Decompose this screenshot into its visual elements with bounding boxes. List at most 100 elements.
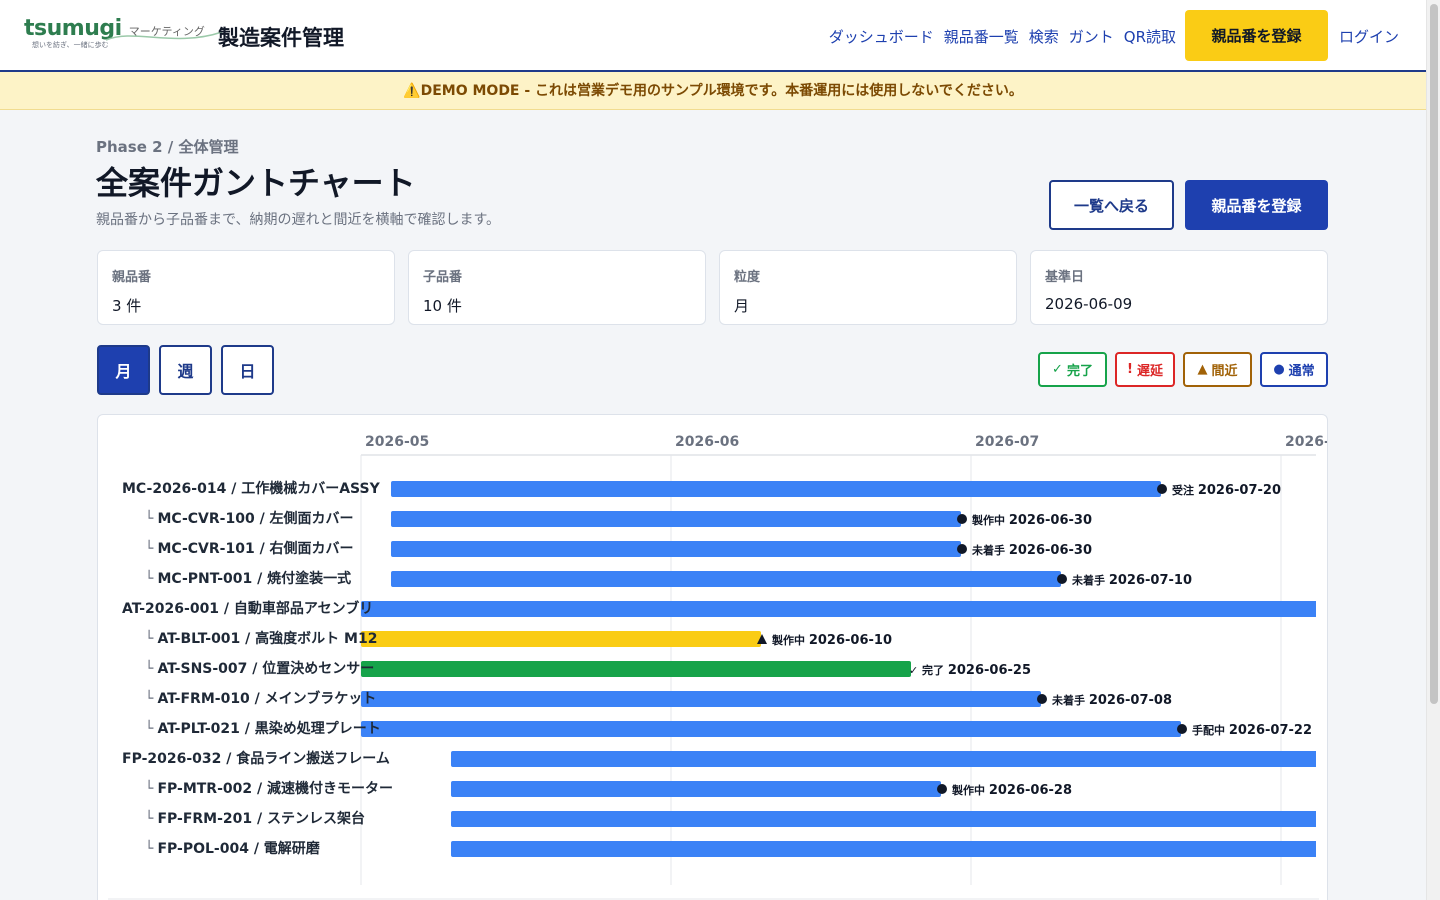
tree-branch-icon: └ xyxy=(145,541,154,557)
row-label-text: MC-CVR-101 / 右側面カバー xyxy=(157,541,354,557)
due-dot-icon xyxy=(957,514,967,524)
bar-status-label: 受注 2026-07-20 xyxy=(1172,483,1281,498)
demo-banner: ⚠️DEMO MODE - これは営業デモ用のサンプル環境です。本番運用には使用… xyxy=(0,72,1426,110)
card-granularity: 粒度 月 xyxy=(719,250,1017,325)
gantt-bar xyxy=(361,721,1181,737)
parent-row-label[interactable]: FP-2026-032 / 食品ライン搬送フレーム xyxy=(122,748,390,768)
parent-row-label[interactable]: MC-2026-014 / 工作機械カバーASSY xyxy=(122,478,380,498)
dot-icon: ● xyxy=(1273,362,1285,377)
gantt-bar xyxy=(451,781,941,797)
logo-swoosh-icon xyxy=(105,31,223,41)
card-label: 基準日 xyxy=(1045,270,1085,285)
row-label-text: MC-CVR-100 / 左側面カバー xyxy=(157,511,354,527)
legend-label: 完了 xyxy=(1066,364,1093,379)
main-nav: ダッシュボード 親品番一覧 検索 ガント QR読取 xyxy=(829,26,1176,47)
child-row-label[interactable]: └ MC-CVR-100 / 左側面カバー xyxy=(145,508,354,528)
gantt-bar xyxy=(451,751,1316,767)
gantt-month-label: 2026-05 xyxy=(365,434,429,450)
page-subtitle: 親品番から子品番まで、納期の遅れと間近を横軸で確認します。 xyxy=(96,212,501,228)
tree-branch-icon: └ xyxy=(145,661,154,677)
gantt-bar xyxy=(391,511,961,527)
card-value: 3 件 xyxy=(112,297,142,315)
card-base-date: 基準日 2026-06-09 xyxy=(1030,250,1328,325)
gantt-bar xyxy=(361,661,911,677)
gantt-bar xyxy=(451,811,1316,827)
legend-delayed: ! 遅延 xyxy=(1115,352,1175,387)
row-label-text: FP-MTR-002 / 減速機付きモーター xyxy=(157,781,393,797)
tree-branch-icon: └ xyxy=(145,721,154,737)
tree-branch-icon: └ xyxy=(145,691,154,707)
row-label-text: AT-SNS-007 / 位置決めセンサー xyxy=(157,661,375,677)
brand-logo[interactable]: tsumugi マーケティング 想いを紡ぎ、一緒に歩む xyxy=(24,16,223,49)
card-child-count: 子品番 10 件 xyxy=(408,250,706,325)
granularity-day-button[interactable]: 日 xyxy=(221,345,274,395)
card-parent-count: 親品番 3 件 xyxy=(97,250,395,325)
legend-normal: ● 通常 xyxy=(1260,352,1328,387)
tree-branch-icon: └ xyxy=(145,631,154,647)
logo-tagline: 想いを紡ぎ、一緒に歩む xyxy=(32,41,109,49)
nav-qr[interactable]: QR読取 xyxy=(1124,26,1176,47)
gantt-month-label: 2026-07 xyxy=(975,434,1039,450)
card-value: 10 件 xyxy=(423,297,462,315)
bar-status-label: 製作中 2026-06-28 xyxy=(951,783,1072,798)
nav-parent-list[interactable]: 親品番一覧 xyxy=(944,26,1019,47)
child-row-label[interactable]: └ AT-PLT-021 / 黒染め処理プレート xyxy=(145,718,381,738)
tree-branch-icon: └ xyxy=(145,841,154,857)
child-row-label[interactable]: └ AT-FRM-010 / メインブラケット xyxy=(145,688,376,708)
gantt-bar xyxy=(361,601,1316,617)
header-register-button[interactable]: 親品番を登録 xyxy=(1185,10,1328,61)
child-row-label[interactable]: └ AT-BLT-001 / 高強度ボルト M12 xyxy=(145,628,377,648)
gantt-month-label: 2026-06 xyxy=(675,434,739,450)
row-label-text: AT-BLT-001 / 高強度ボルト M12 xyxy=(157,631,378,647)
due-dot-icon xyxy=(1157,484,1167,494)
child-row-label[interactable]: └ AT-SNS-007 / 位置決めセンサー xyxy=(145,658,374,678)
child-row-label[interactable]: └ FP-MTR-002 / 減速機付きモーター xyxy=(145,778,393,798)
tree-branch-icon: └ xyxy=(145,781,154,797)
granularity-month-button[interactable]: 月 xyxy=(97,345,150,395)
nav-dashboard[interactable]: ダッシュボード xyxy=(829,26,934,47)
due-dot-icon xyxy=(937,784,947,794)
child-row-label[interactable]: └ FP-POL-004 / 電解研磨 xyxy=(145,838,320,858)
triangle-icon: ▲ xyxy=(1197,362,1208,377)
login-link[interactable]: ログイン xyxy=(1339,26,1399,47)
bar-status-label: 未着手 2026-07-08 xyxy=(1051,693,1172,708)
gantt-bar xyxy=(391,571,1061,587)
nav-search[interactable]: 検索 xyxy=(1029,26,1059,47)
due-dot-icon xyxy=(957,544,967,554)
due-dot-icon xyxy=(1177,724,1187,734)
back-to-list-button[interactable]: 一覧へ戻る xyxy=(1049,180,1174,230)
register-parent-button[interactable]: 親品番を登録 xyxy=(1185,180,1328,230)
child-row-label[interactable]: └ MC-CVR-101 / 右側面カバー xyxy=(145,538,354,558)
child-row-label[interactable]: └ MC-PNT-001 / 焼付塗装一式 xyxy=(145,568,351,588)
gantt-bar xyxy=(451,841,1316,857)
parent-row-label[interactable]: AT-2026-001 / 自動車部品アセンブリ xyxy=(122,598,373,618)
gantt-chart: 2026-05 2026-06 2026-07 2026-08 受注 2026-07-2… xyxy=(97,414,1328,900)
gantt-month-label: 2026-08 xyxy=(1285,434,1328,450)
granularity-week-button[interactable]: 週 xyxy=(159,345,212,395)
card-label: 粒度 xyxy=(734,270,761,285)
due-done-icon: ✓ xyxy=(909,664,918,677)
bar-status-label: 未着手 2026-06-30 xyxy=(971,543,1092,558)
gantt-bar xyxy=(361,631,761,647)
nav-gantt[interactable]: ガント xyxy=(1069,26,1114,47)
legend-label: 間近 xyxy=(1211,364,1238,379)
legend-near: ▲ 間近 xyxy=(1183,352,1252,387)
tree-branch-icon: └ xyxy=(145,511,154,527)
exclamation-icon: ! xyxy=(1127,362,1133,377)
tree-branch-icon: └ xyxy=(145,571,154,587)
due-dot-icon xyxy=(1057,574,1067,584)
tree-branch-icon: └ xyxy=(145,811,154,827)
card-label: 親品番 xyxy=(112,270,152,285)
card-value: 2026-06-09 xyxy=(1045,295,1133,313)
row-label-text: MC-PNT-001 / 焼付塗装一式 xyxy=(157,571,352,587)
gantt-bar xyxy=(391,541,961,557)
bar-status-label: 製作中 2026-06-10 xyxy=(771,633,892,648)
breadcrumb: Phase 2 / 全体管理 xyxy=(96,138,239,156)
page-title: 全案件ガントチャート xyxy=(96,164,416,202)
check-icon: ✓ xyxy=(1052,362,1063,377)
scrollbar-thumb[interactable] xyxy=(1430,4,1438,704)
bar-status-label: 製作中 2026-06-30 xyxy=(971,513,1092,528)
child-row-label[interactable]: └ FP-FRM-201 / ステンレス架台 xyxy=(145,808,365,828)
page-scrollbar[interactable] xyxy=(1426,0,1440,900)
row-label-text: FP-FRM-201 / ステンレス架台 xyxy=(157,811,365,827)
